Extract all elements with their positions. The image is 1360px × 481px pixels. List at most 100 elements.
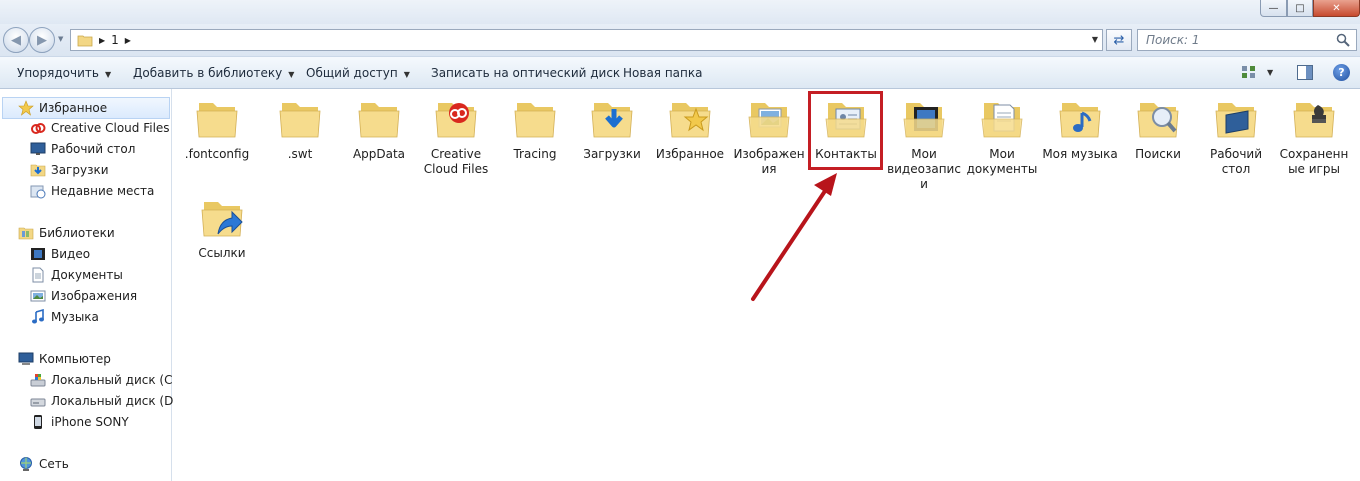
recent-pages-dropdown[interactable]: ▼ xyxy=(58,35,63,43)
folder-tile-pictures[interactable]: Изображения xyxy=(731,95,807,177)
music-note-icon xyxy=(32,309,44,324)
folder-tile-links[interactable]: Ссылки xyxy=(184,194,260,261)
folder-tile-my-music[interactable]: Моя музыка xyxy=(1042,95,1118,162)
drive-icon xyxy=(30,398,46,407)
view-options-button[interactable]: ▼ xyxy=(1241,65,1273,80)
desktop-icon xyxy=(30,142,46,155)
folder-tile-creative-cloud[interactable]: Creative Cloud Files xyxy=(418,95,494,177)
sidebar-favorites[interactable]: Избранное xyxy=(2,97,170,119)
folder-tile-tracing[interactable]: Tracing xyxy=(497,95,573,162)
chevron-right-icon[interactable]: ▶ xyxy=(99,36,105,45)
help-icon: ? xyxy=(1338,66,1345,79)
maximize-button[interactable]: □ xyxy=(1287,0,1313,17)
sidebar-item-downloads[interactable]: Загрузки xyxy=(30,160,109,180)
file-list: .fontconfig .swt AppData Creative Cloud … xyxy=(173,89,1360,481)
help-button[interactable]: ? xyxy=(1333,64,1350,81)
recent-places-icon xyxy=(30,185,46,199)
sidebar-item-video[interactable]: Видео xyxy=(30,244,90,264)
network-icon xyxy=(20,457,32,471)
folder-tile-desktop[interactable]: Рабочий стол xyxy=(1198,95,1274,177)
minimize-button[interactable]: — xyxy=(1260,0,1287,17)
film-icon xyxy=(31,248,45,260)
sidebar-item-recent-places[interactable]: Недавние места xyxy=(30,181,154,201)
folder-icon xyxy=(358,103,400,138)
sidebar-item-documents[interactable]: Документы xyxy=(30,265,123,285)
title-bar: — □ ✕ xyxy=(0,0,1360,24)
view-icon xyxy=(1242,66,1255,78)
folder-icon xyxy=(196,103,238,138)
computer-icon xyxy=(18,352,34,365)
folder-icon xyxy=(279,103,321,138)
arrow-left-icon: ◀ xyxy=(11,32,21,48)
folder-tile-fontconfig[interactable]: .fontconfig xyxy=(179,95,255,162)
maximize-icon: □ xyxy=(1295,2,1305,14)
forward-button[interactable]: ▶ xyxy=(29,27,55,53)
libraries-icon xyxy=(18,227,34,240)
chevron-down-icon: ▼ xyxy=(1267,68,1274,77)
preview-pane-button[interactable] xyxy=(1297,65,1313,80)
document-icon xyxy=(32,267,44,283)
organize-button[interactable]: Упорядочить ▼ xyxy=(17,66,111,80)
downloads-icon xyxy=(30,164,46,177)
sidebar-item-iphone[interactable]: iPhone SONY xyxy=(30,412,129,432)
favorites-folder-icon xyxy=(669,103,711,138)
search-icon[interactable] xyxy=(1336,33,1350,47)
sidebar-item-pictures[interactable]: Изображения xyxy=(30,286,137,306)
command-bar: Упорядочить ▼ Добавить в библиотеку ▼ Общи… xyxy=(0,56,1360,89)
search-box[interactable] xyxy=(1137,29,1357,51)
back-button[interactable]: ◀ xyxy=(3,27,29,53)
add-to-library-button[interactable]: Добавить в библиотеку ▼ xyxy=(133,66,294,80)
creative-cloud-icon xyxy=(31,123,46,134)
window-controls: — □ ✕ xyxy=(1260,0,1360,17)
close-icon: ✕ xyxy=(1332,2,1341,14)
folder-icon xyxy=(514,103,556,138)
refresh-icon: ⇄ xyxy=(1113,32,1125,48)
address-row: ◀ ▶ ▼ ▶ 1 ▶ ▼ ⇄ xyxy=(0,24,1360,56)
refresh-button[interactable]: ⇄ xyxy=(1106,29,1132,51)
folder-tile-appdata[interactable]: AppData xyxy=(341,95,417,162)
folder-tile-my-documents[interactable]: Мои документы xyxy=(964,95,1040,177)
chevron-down-icon: ▼ xyxy=(104,70,112,79)
pictures-folder-icon xyxy=(748,103,790,138)
search-input[interactable] xyxy=(1146,33,1326,47)
folder-tile-videos[interactable]: Мои видеозаписи xyxy=(886,95,962,192)
sidebar-item-drive-d[interactable]: Локальный диск (D:) xyxy=(30,391,182,411)
folder-tile-swt[interactable]: .swt xyxy=(262,95,338,162)
sidebar-computer[interactable]: Компьютер xyxy=(18,349,111,369)
picture-icon xyxy=(30,290,46,302)
address-bar[interactable]: ▶ 1 ▶ ▼ xyxy=(70,29,1103,51)
windows-drive-icon xyxy=(30,374,46,387)
burn-button[interactable]: Записать на оптический диск xyxy=(431,66,620,80)
searches-folder-icon xyxy=(1137,103,1179,138)
sidebar-item-drive-c[interactable]: Локальный диск (C:) xyxy=(30,370,181,390)
folder-tile-favorites[interactable]: Избранное xyxy=(652,95,728,162)
folder-tile-saved-games[interactable]: Сохраненные игры xyxy=(1276,95,1352,177)
sidebar-item-creative-cloud[interactable]: Creative Cloud Files xyxy=(30,118,170,138)
share-button[interactable]: Общий доступ ▼ xyxy=(306,66,410,80)
chevron-right-icon[interactable]: ▶ xyxy=(125,36,131,45)
sidebar-item-desktop[interactable]: Рабочий стол xyxy=(30,139,135,159)
phone-icon xyxy=(34,415,42,429)
folder-tile-searches[interactable]: Поиски xyxy=(1120,95,1196,162)
star-icon xyxy=(18,100,34,116)
folder-icon xyxy=(77,35,93,46)
address-history-dropdown[interactable]: ▼ xyxy=(1092,35,1098,44)
videos-folder-icon xyxy=(903,103,945,138)
breadcrumb-current[interactable]: 1 xyxy=(111,33,119,47)
arrow-right-icon: ▶ xyxy=(37,32,47,48)
chevron-down-icon: ▼ xyxy=(288,70,295,79)
downloads-folder-icon xyxy=(591,103,633,138)
desktop-folder-icon xyxy=(1215,103,1257,138)
sidebar-libraries[interactable]: Библиотеки xyxy=(18,223,115,243)
sidebar-network[interactable]: Сеть xyxy=(18,454,69,474)
folder-tile-downloads[interactable]: Загрузки xyxy=(574,95,650,162)
links-folder-icon xyxy=(201,202,243,237)
minimize-icon: — xyxy=(1268,2,1279,14)
close-button[interactable]: ✕ xyxy=(1313,0,1360,17)
chevron-down-icon: ▼ xyxy=(403,70,410,79)
sidebar-item-music[interactable]: Музыка xyxy=(30,307,99,327)
music-folder-icon xyxy=(1059,103,1101,138)
documents-folder-icon xyxy=(981,103,1023,138)
new-folder-button[interactable]: Новая папка xyxy=(623,66,702,80)
navigation-pane: Избранное Creative Cloud Files Рабочий с… xyxy=(0,89,182,481)
